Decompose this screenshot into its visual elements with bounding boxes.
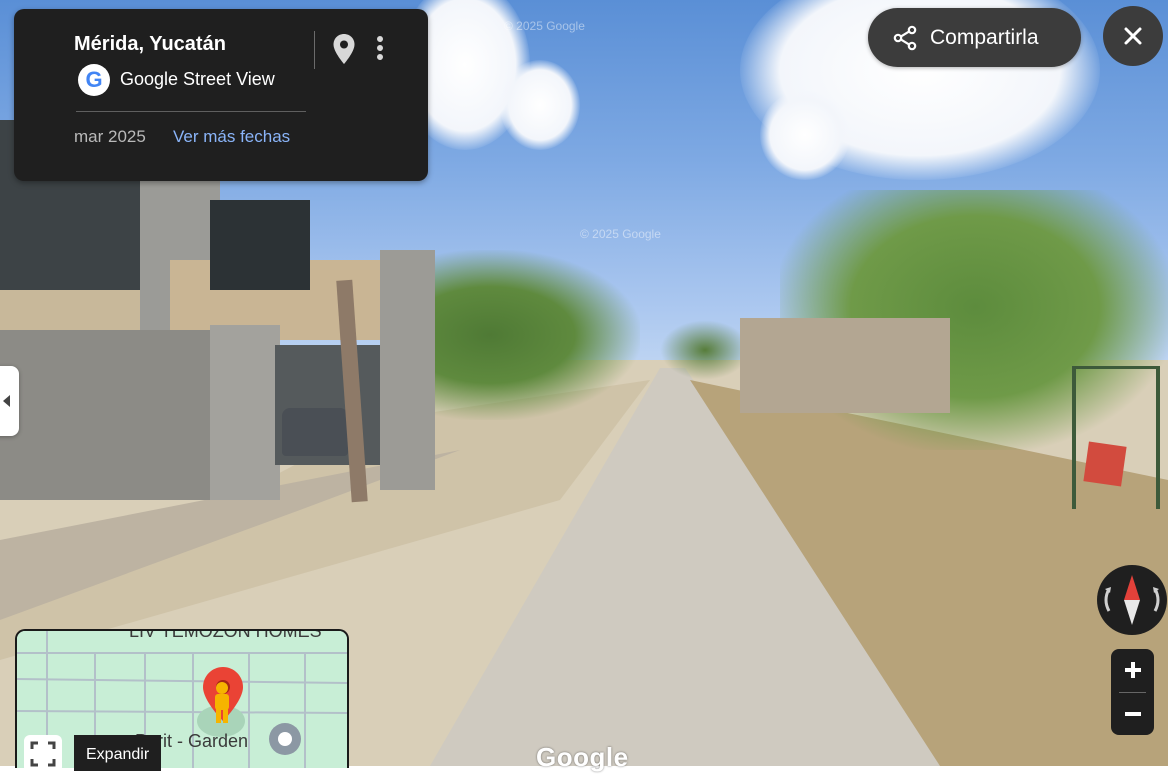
place-title: Mérida, Yucatán xyxy=(74,33,226,55)
google-brand-mark: Google xyxy=(536,742,629,772)
parked-car xyxy=(282,408,348,456)
compass-icon[interactable] xyxy=(1097,565,1167,635)
share-button[interactable]: Compartirla xyxy=(868,8,1081,67)
minimap[interactable]: LIV TEMOZON HOMES Parit - Garden xyxy=(15,629,349,768)
fence-right xyxy=(1072,366,1160,509)
far-trees xyxy=(660,320,750,380)
minimap-area-label: LIV TEMOZON HOMES xyxy=(129,629,322,641)
more-vert-icon[interactable] xyxy=(370,33,390,65)
divider xyxy=(314,31,315,69)
location-marker-icon xyxy=(269,723,301,755)
share-button-label: Compartirla xyxy=(930,25,1039,49)
location-pin-icon[interactable] xyxy=(330,33,358,65)
pegman-icon xyxy=(215,682,229,723)
zoom-in-icon[interactable] xyxy=(1111,649,1154,691)
close-button[interactable] xyxy=(1103,6,1163,66)
zoom-control xyxy=(1111,649,1154,735)
more-dates-link[interactable]: Ver más fechas xyxy=(173,127,290,147)
collapse-panel-button[interactable] xyxy=(0,366,19,436)
source-label: Google Street View xyxy=(120,69,275,89)
wall-right xyxy=(740,318,950,413)
close-icon xyxy=(1124,27,1142,45)
capture-date: mar 2025 xyxy=(74,127,146,146)
google-logo-icon: G xyxy=(78,64,110,96)
fullscreen-icon[interactable] xyxy=(24,735,62,773)
cloud xyxy=(760,90,850,180)
watermark-mid: © 2025 Google xyxy=(580,227,661,241)
watermark-top: © 2025 Google xyxy=(504,19,585,33)
location-info-card: Mérida, Yucatán G Google Street View mar… xyxy=(14,9,428,181)
sign-red xyxy=(1083,441,1127,487)
divider xyxy=(76,111,306,112)
cloud xyxy=(500,60,580,150)
share-icon xyxy=(893,25,917,50)
zoom-out-icon[interactable] xyxy=(1111,693,1154,735)
chevron-left-icon xyxy=(2,395,10,407)
